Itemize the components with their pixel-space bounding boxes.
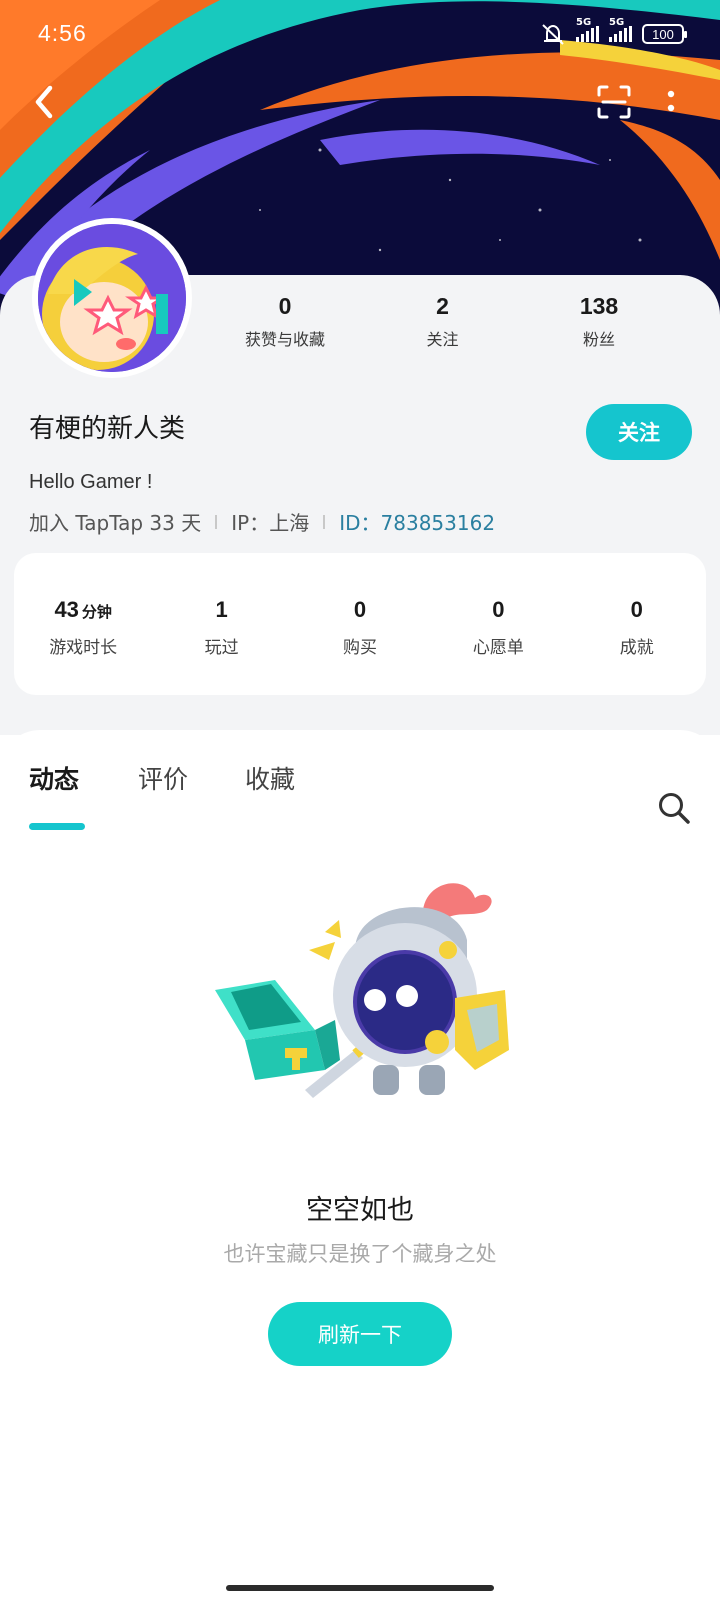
stat-following[interactable]: 2 关注 <box>350 293 535 350</box>
game-stat-wishlist[interactable]: 0 心愿单 <box>429 553 567 695</box>
status-bar: 4:56 5G 5G 100 <box>0 0 720 70</box>
active-tab-indicator <box>29 823 85 830</box>
battery-icon: 100 <box>642 24 687 44</box>
stat-likes[interactable]: 0 获赞与收藏 <box>220 293 350 350</box>
follow-button[interactable]: 关注 <box>586 404 692 460</box>
bio: Hello Gamer ! <box>29 471 153 493</box>
status-time: 4:56 <box>38 20 87 46</box>
username: 有梗的新人类 <box>29 414 186 444</box>
divider <box>215 514 218 529</box>
refresh-button[interactable]: 刷新一下 <box>268 1302 452 1366</box>
content-section: 动态 评价 收藏 空空如也 也许宝藏只是换了个藏身之处 刷新一下 <box>0 730 720 1601</box>
home-indicator[interactable] <box>226 1585 494 1591</box>
game-stat-played[interactable]: 1 玩过 <box>152 553 290 695</box>
tab-favorites[interactable]: 收藏 <box>245 760 295 796</box>
avatar-image <box>38 224 186 372</box>
avatar[interactable] <box>32 218 192 378</box>
empty-state-illustration <box>215 883 509 1098</box>
user-id[interactable]: ID：783853162 <box>339 507 495 536</box>
signal-icon: 5G <box>609 17 632 42</box>
content-tabs: 动态 评价 收藏 <box>0 760 720 830</box>
game-stat-purchased[interactable]: 0 购买 <box>291 553 429 695</box>
profile-stats: 0 获赞与收藏 2 关注 138 粉丝 <box>220 293 710 350</box>
stat-followers[interactable]: 138 粉丝 <box>535 293 663 350</box>
more-vertical-icon[interactable] <box>664 84 678 120</box>
empty-state-subtitle: 也许宝藏只是换了个藏身之处 <box>223 1242 497 1266</box>
game-stats-card: 43 分钟 游戏时长 1 玩过 0 购买 0 心愿单 0 成就 <box>14 553 706 695</box>
game-stat-achievements[interactable]: 0 成就 <box>568 553 706 695</box>
signal-icon: 5G <box>576 17 599 42</box>
tab-reviews[interactable]: 评价 <box>138 760 188 796</box>
search-icon[interactable] <box>656 790 692 826</box>
mute-bell-icon <box>542 24 564 45</box>
back-chevron-icon[interactable] <box>28 82 62 122</box>
ip-location: IP：上海 <box>231 511 310 535</box>
empty-state-title: 空空如也 <box>306 1195 414 1226</box>
tab-posts[interactable]: 动态 <box>29 760 79 796</box>
game-stat-playtime[interactable]: 43 分钟 游戏时长 <box>14 553 152 695</box>
profile-meta: 加入 TapTap 33 天 IP：上海 ID：783853162 <box>29 507 495 536</box>
divider <box>323 514 326 529</box>
status-icons: 5G 5G 100 <box>540 17 687 46</box>
scan-icon[interactable] <box>596 84 632 120</box>
joined-days: 加入 TapTap 33 天 <box>29 511 202 535</box>
